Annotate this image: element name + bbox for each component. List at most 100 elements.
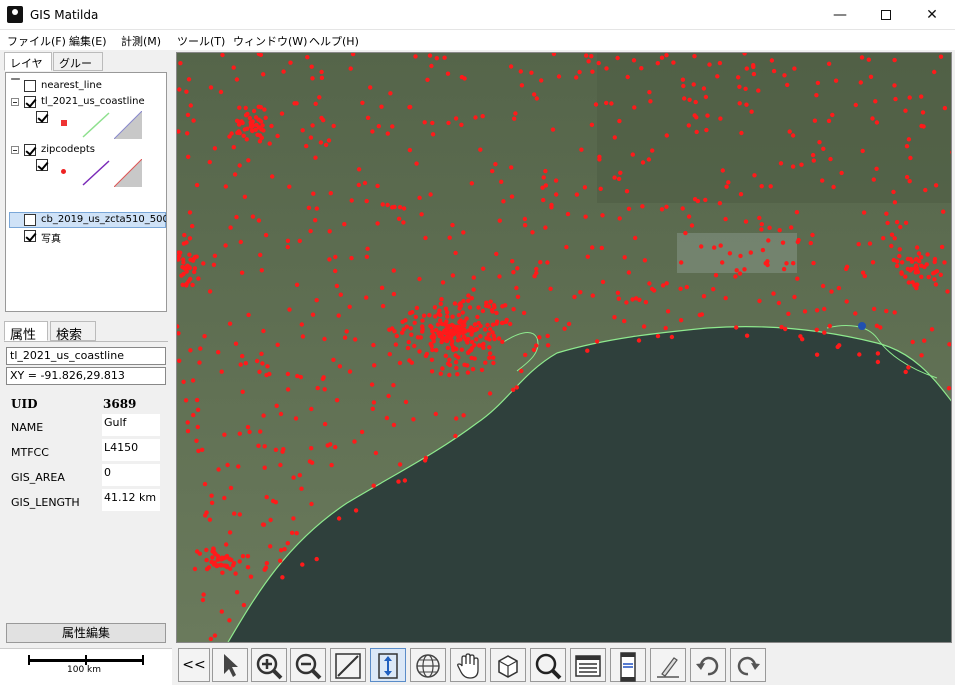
zip-point xyxy=(484,300,489,305)
zip-point xyxy=(858,80,863,85)
zip-point xyxy=(319,69,324,75)
zip-point xyxy=(779,324,784,330)
pointer-tool-button[interactable] xyxy=(212,648,248,682)
zip-point xyxy=(899,271,904,276)
layer-checkbox-nearest-line[interactable] xyxy=(24,80,36,92)
zip-point xyxy=(422,458,428,463)
attribute-panel: tl_2021_us_coastline XY = -91.826,29.813… xyxy=(4,341,168,641)
attribute-table-button[interactable] xyxy=(570,648,606,682)
expand-toggle-zipcodepts[interactable] xyxy=(11,146,19,154)
tab-attributes[interactable]: 属性 xyxy=(4,321,48,343)
expand-toggle-coastline[interactable] xyxy=(11,98,19,106)
zip-point xyxy=(233,571,238,576)
zip-point xyxy=(910,339,915,345)
pan-button[interactable] xyxy=(450,648,486,682)
attr-value-mtfcc[interactable]: L4150 xyxy=(102,439,160,461)
layer-label-photo[interactable]: 写真 xyxy=(41,230,61,245)
close-button[interactable]: ✕ xyxy=(909,0,955,30)
layer-label-nearest-line[interactable]: nearest_line xyxy=(41,80,102,91)
zip-point xyxy=(269,123,274,129)
zip-point xyxy=(513,111,518,116)
zip-point xyxy=(248,574,254,579)
zip-point xyxy=(413,54,418,59)
maximize-button[interactable] xyxy=(863,0,909,30)
tab-groups[interactable]: グループ xyxy=(53,52,103,86)
zip-point xyxy=(347,369,353,374)
zip-point xyxy=(181,379,186,384)
undo-button[interactable] xyxy=(690,648,726,682)
zip-point xyxy=(216,467,221,472)
zip-point xyxy=(391,422,397,428)
zip-point xyxy=(712,245,717,250)
layer-checkbox-zipcodepts[interactable] xyxy=(24,144,36,156)
zip-point xyxy=(380,202,385,207)
zip-point xyxy=(220,53,225,58)
zip-point xyxy=(802,309,808,314)
layer-label-zipcodepts[interactable]: zipcodepts xyxy=(41,144,95,155)
zip-point xyxy=(492,336,497,342)
zip-point xyxy=(194,438,199,443)
menu-help[interactable]: ヘルプ(H) xyxy=(309,33,359,49)
zip-point xyxy=(311,191,316,196)
zip-point xyxy=(257,133,263,138)
zip-point xyxy=(222,432,227,437)
layer-checkbox-zcta[interactable] xyxy=(24,214,36,226)
collapse-panel-button[interactable]: << xyxy=(178,648,210,682)
menu-tools[interactable]: ツール(T) xyxy=(177,33,225,49)
zip-point xyxy=(624,189,630,194)
zip-point xyxy=(715,74,720,79)
redo-button[interactable] xyxy=(730,648,766,682)
line-tool-button[interactable] xyxy=(330,648,366,682)
zip-point xyxy=(483,360,488,365)
zip-point xyxy=(633,235,638,241)
zip-point xyxy=(429,357,435,362)
zoom-in-button[interactable] xyxy=(251,648,287,682)
scale-tick-mid xyxy=(85,655,87,665)
zip-point xyxy=(466,298,471,303)
attr-header-key: UID xyxy=(11,397,38,411)
vertical-stretch-icon xyxy=(378,653,398,679)
attr-key-gis-area: GIS_AREA xyxy=(11,471,65,484)
minimize-button[interactable]: — xyxy=(817,0,863,30)
menu-window[interactable]: ウィンドウ(W) xyxy=(233,33,307,49)
coastline-style-checkbox[interactable] xyxy=(36,111,48,123)
map-view[interactable] xyxy=(176,52,952,643)
attr-value-gis-length[interactable]: 41.12 km xyxy=(102,489,160,511)
vertical-stretch-button[interactable] xyxy=(370,648,406,682)
edit-pen-button[interactable] xyxy=(650,648,686,682)
cloud-patch xyxy=(677,233,797,273)
maximize-icon xyxy=(881,10,891,20)
zipcodepts-style-checkbox[interactable] xyxy=(36,159,48,171)
zip-point xyxy=(514,285,519,291)
3d-view-button[interactable] xyxy=(490,648,526,682)
layer-label-zcta[interactable]: cb_2019_us_zcta510_500 xyxy=(41,214,166,225)
column-view-button[interactable] xyxy=(610,648,646,682)
menu-edit[interactable]: 編集(E) xyxy=(69,33,107,49)
zip-point xyxy=(263,115,268,120)
attr-value-name[interactable]: Gulf xyxy=(102,414,160,436)
layer-checkbox-coastline[interactable] xyxy=(24,96,36,108)
zip-point xyxy=(370,406,375,411)
attr-value-gis-area[interactable]: 0 xyxy=(102,464,160,486)
zip-point xyxy=(336,516,342,521)
zip-point xyxy=(337,364,343,369)
layer-checkbox-photo[interactable] xyxy=(24,230,36,242)
layer-label-coastline[interactable]: tl_2021_us_coastline xyxy=(41,96,145,107)
tab-layers[interactable]: レイヤー xyxy=(4,52,52,86)
zip-point xyxy=(743,219,749,224)
tab-search[interactable]: 検索 xyxy=(50,321,96,343)
zip-point xyxy=(245,111,250,117)
edit-attributes-button[interactable]: 属性編集 xyxy=(6,623,166,643)
search-button[interactable] xyxy=(530,648,566,682)
zip-point xyxy=(419,212,424,217)
zip-point xyxy=(474,337,479,342)
zip-point xyxy=(830,112,835,118)
line-icon xyxy=(335,653,361,679)
zoom-out-button[interactable] xyxy=(290,648,326,682)
globe-button[interactable] xyxy=(410,648,446,682)
menu-file[interactable]: ファイル(F) xyxy=(7,33,66,49)
app-icon xyxy=(7,6,23,23)
zip-point xyxy=(491,303,497,308)
map-canvas[interactable] xyxy=(177,53,952,643)
menu-measure[interactable]: 計測(M) xyxy=(121,33,161,49)
